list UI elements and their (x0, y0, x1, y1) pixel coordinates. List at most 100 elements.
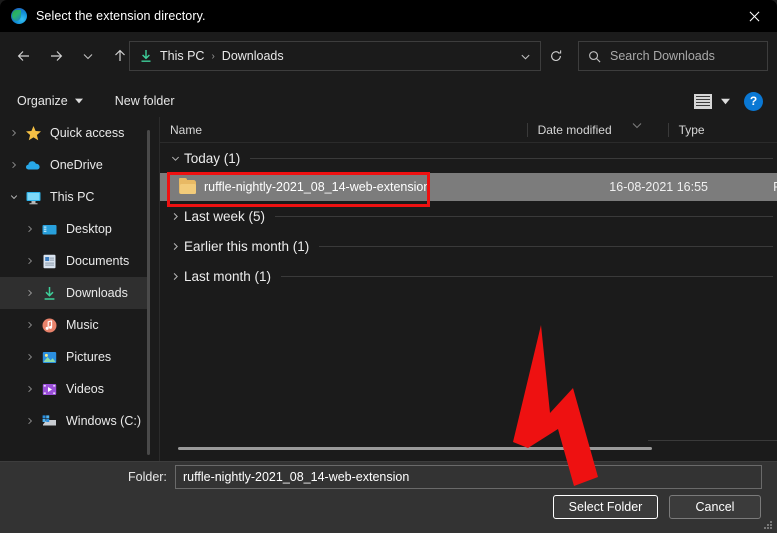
downloads-icon (138, 48, 154, 64)
group-divider (250, 157, 773, 159)
close-icon[interactable] (731, 0, 777, 32)
group-divider (275, 215, 773, 217)
group-label: Last week (5) (184, 208, 266, 224)
sort-chevron-down-icon (632, 117, 642, 134)
folder-picker-dialog: Select the extension directory. This PC … (0, 0, 777, 533)
column-header-type[interactable]: Type (667, 122, 777, 137)
sidebar-label: Documents (66, 254, 130, 268)
address-chevron-down-icon[interactable] (514, 51, 536, 62)
chevron-right-icon[interactable] (6, 161, 22, 169)
search-box[interactable]: Search Downloads (578, 41, 768, 71)
chevron-right-icon[interactable] (22, 417, 38, 425)
chevron-down-icon[interactable] (6, 193, 22, 201)
sidebar-label: Windows (C:) (66, 414, 142, 428)
breadcrumb-separator: › (211, 50, 215, 62)
group-header-last-week[interactable]: Last week (5) (160, 201, 777, 231)
chevron-right-icon[interactable] (167, 212, 184, 221)
breadcrumb-this-pc[interactable]: This PC (160, 49, 204, 63)
address-bar[interactable]: This PC › Downloads (129, 41, 541, 71)
sidebar-item-documents[interactable]: Documents (0, 245, 148, 277)
file-date-modified: 16-08-2021 16:55 (609, 180, 708, 194)
monitor-icon (25, 189, 42, 206)
organize-label: Organize (17, 94, 68, 108)
new-folder-button[interactable]: New folder (107, 88, 183, 114)
chevron-right-icon[interactable] (167, 242, 184, 251)
sidebar-label: Desktop (66, 222, 112, 236)
search-input[interactable]: Search Downloads (610, 49, 715, 63)
group-header-last-month[interactable]: Last month (1) (160, 261, 777, 291)
group-label: Earlier this month (1) (184, 238, 310, 254)
view-layout-icon[interactable] (694, 93, 712, 109)
sidebar-item-pictures[interactable]: Pictures (0, 341, 148, 373)
folder-input[interactable] (175, 465, 762, 489)
chevron-right-icon[interactable] (6, 129, 22, 137)
group-label: Last month (1) (184, 268, 272, 284)
chevron-right-icon[interactable] (22, 385, 38, 393)
command-bar: Organize New folder ? (0, 85, 777, 117)
title-bar: Select the extension directory. (0, 0, 777, 32)
chevron-right-icon[interactable] (167, 272, 184, 281)
group-divider (319, 245, 773, 247)
group-header-today[interactable]: Today (1) (160, 143, 777, 173)
horizontal-scrollbar[interactable] (160, 443, 777, 453)
star-icon (25, 125, 42, 142)
select-folder-button[interactable]: Select Folder (553, 495, 658, 519)
pictures-icon (41, 349, 58, 366)
sidebar-item-videos[interactable]: Videos (0, 373, 148, 405)
file-type: File folder (773, 180, 777, 194)
chevron-right-icon[interactable] (22, 225, 38, 233)
back-arrow-icon[interactable] (8, 40, 40, 72)
sidebar-label: OneDrive (50, 158, 103, 172)
column-header-name[interactable]: Name (160, 123, 527, 137)
sidebar-item-downloads[interactable]: Downloads (0, 277, 148, 309)
sidebar-item-onedrive[interactable]: OneDrive (0, 149, 148, 181)
sidebar-item-quick-access[interactable]: Quick access (0, 117, 148, 149)
pane-bottom-rule (648, 440, 777, 441)
view-caret-down-icon[interactable] (721, 97, 730, 106)
chevron-right-icon[interactable] (22, 321, 38, 329)
sidebar-item-this-pc[interactable]: This PC (0, 181, 148, 213)
caret-down-icon (74, 97, 83, 105)
sidebar-item-windows-c[interactable]: Windows (C:) (0, 405, 148, 437)
sidebar-label: Videos (66, 382, 104, 396)
group-header-earlier-this-month[interactable]: Earlier this month (1) (160, 231, 777, 261)
table-row[interactable]: ruffle-nightly-2021_08_14-web-extension … (160, 173, 777, 201)
edge-icon (11, 8, 27, 24)
sidebar-item-music[interactable]: Music (0, 309, 148, 341)
group-divider (281, 275, 773, 277)
file-list-pane: Name Date modified Type Today (1) ruffle… (160, 117, 777, 461)
breadcrumb-downloads[interactable]: Downloads (222, 49, 284, 63)
desktop-icon (41, 221, 58, 238)
recent-locations-chevron-down-icon[interactable] (72, 40, 104, 72)
documents-icon (41, 253, 58, 270)
group-label: Today (1) (184, 150, 241, 166)
videos-icon (41, 381, 58, 398)
cancel-button[interactable]: Cancel (669, 495, 761, 519)
scrollbar-thumb[interactable] (178, 447, 652, 450)
refresh-icon[interactable] (541, 41, 571, 71)
folder-field-label: Folder: (128, 470, 167, 484)
sidebar-item-desktop[interactable]: Desktop (0, 213, 148, 245)
resize-grip-icon[interactable] (764, 521, 773, 530)
chevron-right-icon[interactable] (22, 353, 38, 361)
sidebar-label: This PC (50, 190, 95, 204)
column-header-date-modified[interactable]: Date modified (526, 122, 668, 137)
search-icon (588, 50, 601, 63)
music-icon (41, 317, 58, 334)
sidebar-scrollbar[interactable] (147, 130, 150, 455)
new-folder-label: New folder (114, 94, 175, 108)
chevron-down-icon[interactable] (167, 154, 184, 163)
column-header-row: Name Date modified Type (160, 117, 777, 143)
command-bar-right: ? (694, 85, 769, 117)
chevron-right-icon[interactable] (22, 289, 38, 297)
sidebar-label: Downloads (66, 286, 128, 300)
help-button[interactable]: ? (744, 91, 763, 111)
cloud-icon (25, 157, 42, 174)
chevron-right-icon[interactable] (22, 257, 38, 265)
organize-button[interactable]: Organize (9, 88, 91, 114)
sidebar-label: Quick access (50, 126, 125, 140)
forward-arrow-icon[interactable] (40, 40, 72, 72)
folder-icon (179, 178, 196, 194)
file-name: ruffle-nightly-2021_08_14-web-extension (204, 180, 431, 194)
sidebar-label: Music (66, 318, 99, 332)
